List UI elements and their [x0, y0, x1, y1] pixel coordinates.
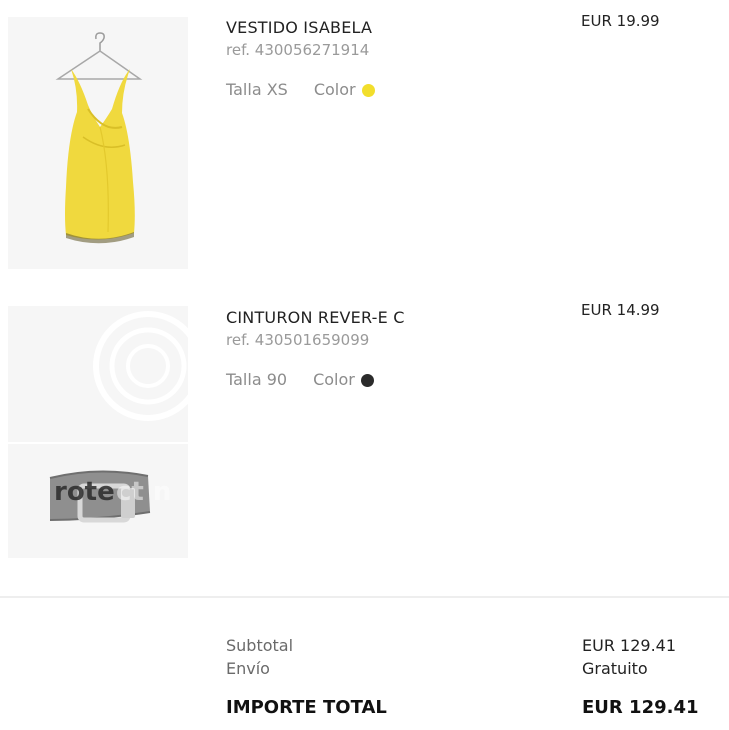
product-price: EUR 14.99: [581, 301, 660, 319]
product-color-label: Color: [313, 80, 356, 99]
product-color-label: Color: [313, 370, 355, 389]
cart-item-belt: rote ct n CINTURON REVER-E C ref. 430501…: [0, 290, 729, 580]
product-attributes: Talla XS Color: [226, 80, 375, 99]
shipping-value: Gratuito: [582, 659, 648, 678]
color-swatch-yellow: [361, 84, 375, 97]
product-attributes: Talla 90 Color: [226, 370, 374, 389]
product-image-belt[interactable]: rote ct n: [8, 306, 188, 558]
product-reference: ref. 430501659099: [226, 331, 370, 349]
svg-text:ct n: ct n: [116, 477, 171, 507]
product-price: EUR 19.99: [581, 12, 660, 30]
shipping-label: Envío: [226, 659, 270, 678]
product-reference: ref. 430056271914: [226, 41, 370, 59]
product-name[interactable]: CINTURON REVER-E C: [226, 308, 405, 327]
product-image-dress[interactable]: [8, 17, 188, 269]
svg-text:rote: rote: [54, 477, 115, 507]
yellow-dress-icon: [8, 17, 188, 269]
total-value: EUR 129.41: [582, 697, 699, 718]
color-swatch-black: [360, 374, 374, 387]
subtotal-label: Subtotal: [226, 636, 294, 655]
grey-belt-icon: rote ct n: [8, 306, 188, 558]
product-size: Talla XS: [226, 80, 288, 99]
subtotal-value: EUR 129.41: [582, 636, 677, 655]
order-summary-page: VESTIDO ISABELA ref. 430056271914 Talla …: [0, 0, 729, 730]
total-label: IMPORTE TOTAL: [226, 697, 387, 718]
product-size: Talla 90: [226, 370, 288, 389]
cart-item-dress: VESTIDO ISABELA ref. 430056271914 Talla …: [0, 0, 729, 280]
summary-divider: [0, 596, 729, 598]
product-name[interactable]: VESTIDO ISABELA: [226, 18, 372, 37]
